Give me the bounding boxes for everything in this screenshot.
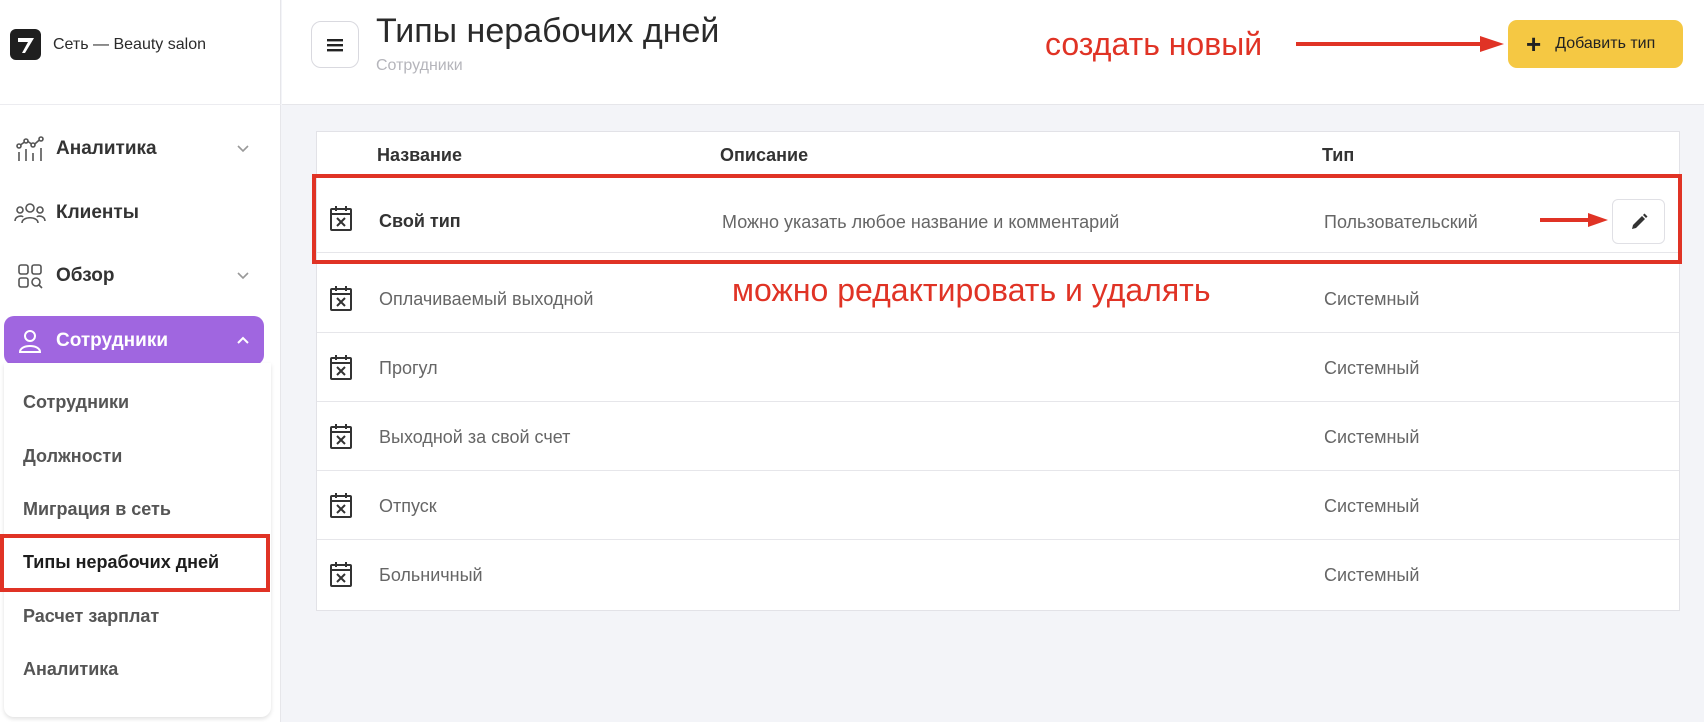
submenu-item-analytics[interactable]: Аналитика xyxy=(23,659,118,680)
sidebar-item-clients[interactable]: Клиенты xyxy=(4,188,264,237)
calendar-x-icon xyxy=(330,562,352,587)
sidebar-item-employees[interactable]: Сотрудники xyxy=(4,316,264,365)
page-title: Типы нерабочих дней xyxy=(376,12,720,50)
overview-icon xyxy=(14,262,46,290)
annotation-highlight-row xyxy=(312,174,1682,264)
submenu-item-positions[interactable]: Должности xyxy=(23,446,122,467)
row-name: Больничный xyxy=(379,565,483,585)
column-header-description: Описание xyxy=(720,145,809,165)
calendar-x-icon xyxy=(330,286,352,311)
submenu-item-payroll[interactable]: Расчет зарплат xyxy=(23,606,159,627)
row-type: Системный xyxy=(1324,289,1420,309)
submenu-item-employees[interactable]: Сотрудники xyxy=(23,392,129,413)
table-row[interactable] xyxy=(317,471,1679,540)
submenu-item-migration[interactable]: Миграция в сеть xyxy=(23,499,171,520)
add-type-button[interactable]: + Добавить тип xyxy=(1508,20,1683,68)
add-type-label: Добавить тип xyxy=(1555,35,1656,52)
sidebar-item-label: Клиенты xyxy=(56,201,139,223)
employee-icon xyxy=(14,327,46,355)
sidebar-item-overview[interactable]: Обзор xyxy=(4,251,264,300)
analytics-icon xyxy=(14,135,46,163)
annotation-edit: можно редактировать и удалять xyxy=(732,272,1211,308)
row-type: Системный xyxy=(1324,358,1420,378)
row-name: Прогул xyxy=(379,358,438,378)
table-row[interactable] xyxy=(317,540,1679,609)
sidebar-item-label: Обзор xyxy=(56,264,115,286)
brand-name: Сеть — Beauty salon xyxy=(53,35,206,53)
chevron-down-icon xyxy=(237,145,249,153)
brand-logo-icon xyxy=(10,29,41,60)
page-header: Типы нерабочих дней Сотрудники создать н… xyxy=(282,0,1704,105)
row-name: Выходной за свой счет xyxy=(379,427,571,447)
sidebar-item-analytics[interactable]: Аналитика xyxy=(4,124,264,173)
brand[interactable]: Сеть — Beauty salon xyxy=(0,0,281,89)
annotation-arrow-icon xyxy=(1296,36,1504,52)
chevron-up-icon xyxy=(237,336,249,344)
calendar-x-icon xyxy=(330,355,352,380)
chevron-down-icon xyxy=(237,272,249,280)
sidebar-item-label: Аналитика xyxy=(56,137,157,159)
row-type: Системный xyxy=(1324,427,1420,447)
sidebar-item-label: Сотрудники xyxy=(56,329,169,351)
row-name: Оплачиваемый выходной xyxy=(379,289,594,309)
divider xyxy=(0,104,281,105)
annotation-highlight-submenu xyxy=(0,534,270,592)
sidebar: Сеть — Beauty salon Аналитика Клиенты Об… xyxy=(0,0,281,722)
calendar-x-icon xyxy=(330,493,352,518)
row-type: Системный xyxy=(1324,565,1420,585)
calendar-x-icon xyxy=(330,424,352,449)
menu-toggle-button[interactable] xyxy=(311,21,359,68)
row-type: Системный xyxy=(1324,496,1420,516)
hamburger-icon xyxy=(327,38,343,51)
breadcrumb[interactable]: Сотрудники xyxy=(376,57,463,75)
annotation-create: создать новый xyxy=(1045,26,1263,62)
column-header-name: Название xyxy=(377,145,462,165)
row-name: Отпуск xyxy=(379,496,437,516)
column-header-type: Тип xyxy=(1322,145,1355,165)
table-row[interactable] xyxy=(317,333,1679,402)
clients-icon xyxy=(14,199,46,227)
plus-icon: + xyxy=(1526,29,1542,59)
